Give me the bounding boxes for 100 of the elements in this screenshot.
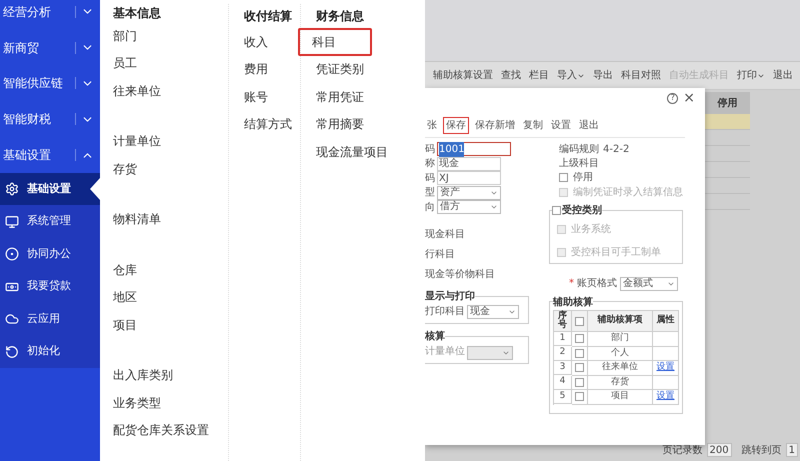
jump-label: 跳转到页 <box>742 444 782 458</box>
menu-item[interactable]: 往来单位 <box>113 77 161 104</box>
menu-item[interactable]: 结算方式 <box>244 110 292 138</box>
menu-item[interactable]: 常用凭证 <box>316 83 364 110</box>
column-header: 辅助核算项 <box>588 311 653 332</box>
caret-icon <box>508 308 516 316</box>
sidebar-group[interactable]: 经营分析 <box>0 0 100 30</box>
settings-link[interactable]: 设置 <box>656 390 674 404</box>
menu-item[interactable]: 账号 <box>244 83 268 110</box>
field-label: 计量单位 <box>425 344 465 359</box>
fieldset-legend: 核算 <box>425 328 445 344</box>
sidebar-group[interactable]: 智能财税 <box>0 101 100 138</box>
menu-item[interactable]: 存货 <box>113 155 137 182</box>
sidebar-group[interactable]: 智能供应链 <box>0 66 100 102</box>
sidebar-item[interactable]: 基础设置 <box>0 172 100 206</box>
menu-item[interactable]: 现金流量项目 <box>316 138 388 166</box>
toolbar-button[interactable]: 导入 <box>557 68 585 83</box>
sidebar-item[interactable]: 初始化 <box>0 335 100 368</box>
field-label: 码 <box>425 172 435 186</box>
menu-item[interactable]: 常用摘要 <box>316 110 364 138</box>
toolbar-button[interactable]: 退出 <box>773 68 793 83</box>
menu-item[interactable]: 收入 <box>244 28 268 56</box>
input-field[interactable]: 现金 <box>437 156 501 171</box>
sidebar-item[interactable]: 我要贷款 <box>0 270 100 303</box>
caret-icon <box>502 349 510 357</box>
checkbox-label: 受控科目可手工制单 <box>571 246 661 260</box>
column-header: 属性 <box>653 311 679 332</box>
dialog-action[interactable]: 保存新增 <box>473 118 517 133</box>
toolbar-button[interactable]: 查找 <box>501 68 521 83</box>
table-cell: 往来单位 <box>588 361 653 376</box>
table-cell: 4 <box>554 376 572 390</box>
checkbox[interactable] <box>575 348 584 358</box>
menu-item[interactable]: 出入库类别 <box>113 362 173 389</box>
field-label: 称 <box>425 157 435 172</box>
menu-item[interactable]: 部门 <box>113 22 137 50</box>
sidebar-group[interactable]: 新商贸 <box>0 30 100 66</box>
dialog-action[interactable]: 设置 <box>549 118 573 133</box>
input-field[interactable]: XJ <box>437 171 501 186</box>
select-field[interactable]: 借方 <box>437 200 501 214</box>
checkbox[interactable] <box>575 334 584 344</box>
toolbar-button[interactable]: 栏目 <box>529 68 549 83</box>
sidebar-item[interactable]: 协同办公 <box>0 238 100 270</box>
fieldset-legend: 受控类别 <box>562 203 602 218</box>
sidebar-group[interactable]: 基础设置 <box>0 137 100 173</box>
sidebar-item[interactable]: 云应用 <box>0 302 100 336</box>
column-header: 序号 <box>554 311 572 332</box>
checkbox[interactable] <box>575 316 584 326</box>
menu-item[interactable]: 配货仓库关系设置 <box>113 416 209 444</box>
table-cell: 存货 <box>588 376 653 390</box>
toolbar-button[interactable]: 打印 <box>737 68 765 83</box>
field-label: 打印科目 <box>425 304 465 319</box>
page-size-field[interactable]: 200 <box>706 443 732 457</box>
reset-icon <box>5 344 19 359</box>
dialog-action[interactable]: 复制 <box>521 118 545 133</box>
field-label: 码 <box>425 142 435 157</box>
menu-item[interactable]: 费用 <box>244 56 268 83</box>
checkbox-label: 编制凭证时录入结算信息 <box>573 186 683 200</box>
menu-item[interactable]: 地区 <box>113 284 137 311</box>
field-label: 向 <box>425 200 435 215</box>
sidebar-item[interactable]: 系统管理 <box>0 205 100 238</box>
table-cell: 个人 <box>588 346 653 361</box>
menu-item[interactable]: 计量单位 <box>113 128 161 155</box>
menu-item[interactable]: 仓库 <box>113 256 137 284</box>
table-row[interactable] <box>705 114 750 130</box>
checkbox[interactable] <box>575 392 584 402</box>
flag-label: 现金等价物科目 <box>425 268 496 282</box>
page-size-label: 页记录数 <box>662 444 703 458</box>
checkbox-label: 业务系统 <box>571 222 611 237</box>
table-cell <box>653 332 679 346</box>
menu-heading: 收付结算 <box>244 8 293 25</box>
close-button[interactable]: × <box>683 91 695 105</box>
checkbox[interactable] <box>559 173 568 182</box>
toolbar-button[interactable]: 科目对照 <box>621 68 661 83</box>
help-button[interactable]: ? <box>667 92 678 104</box>
menu-item[interactable]: 业务类型 <box>113 389 161 416</box>
settings-link[interactable]: 设置 <box>656 361 674 374</box>
select-field[interactable]: 金额式 <box>620 276 678 290</box>
monitor-icon <box>5 214 19 229</box>
menu-item[interactable]: 凭证类别 <box>316 56 364 83</box>
menu-item[interactable]: 科目 <box>298 28 372 56</box>
dialog-action[interactable]: 退出 <box>577 118 601 133</box>
table-cell: 5 <box>554 390 572 404</box>
menu-item[interactable]: 员工 <box>113 50 137 77</box>
dialog-action[interactable]: 张 <box>425 118 439 133</box>
dialog-action[interactable]: 保存 <box>443 117 469 134</box>
cloud-icon <box>5 312 19 326</box>
input-field[interactable]: 1001 <box>437 142 511 156</box>
checkbox[interactable] <box>552 206 561 215</box>
toolbar-button[interactable]: 导出 <box>593 68 613 83</box>
menu-item[interactable]: 项目 <box>113 311 137 338</box>
ring-icon <box>5 247 19 262</box>
toolbar-button[interactable]: 辅助核算设置 <box>433 68 493 83</box>
menu-item[interactable]: 物料清单 <box>113 206 161 233</box>
menu-heading: 基本信息 <box>113 5 162 22</box>
select-field[interactable]: 资产 <box>437 186 501 200</box>
select-field[interactable]: 现金 <box>467 305 519 319</box>
checkbox[interactable] <box>575 378 584 387</box>
checkbox[interactable] <box>575 363 584 372</box>
flag-label: 现金科目 <box>425 228 466 242</box>
page-field[interactable]: 1 <box>786 443 798 457</box>
